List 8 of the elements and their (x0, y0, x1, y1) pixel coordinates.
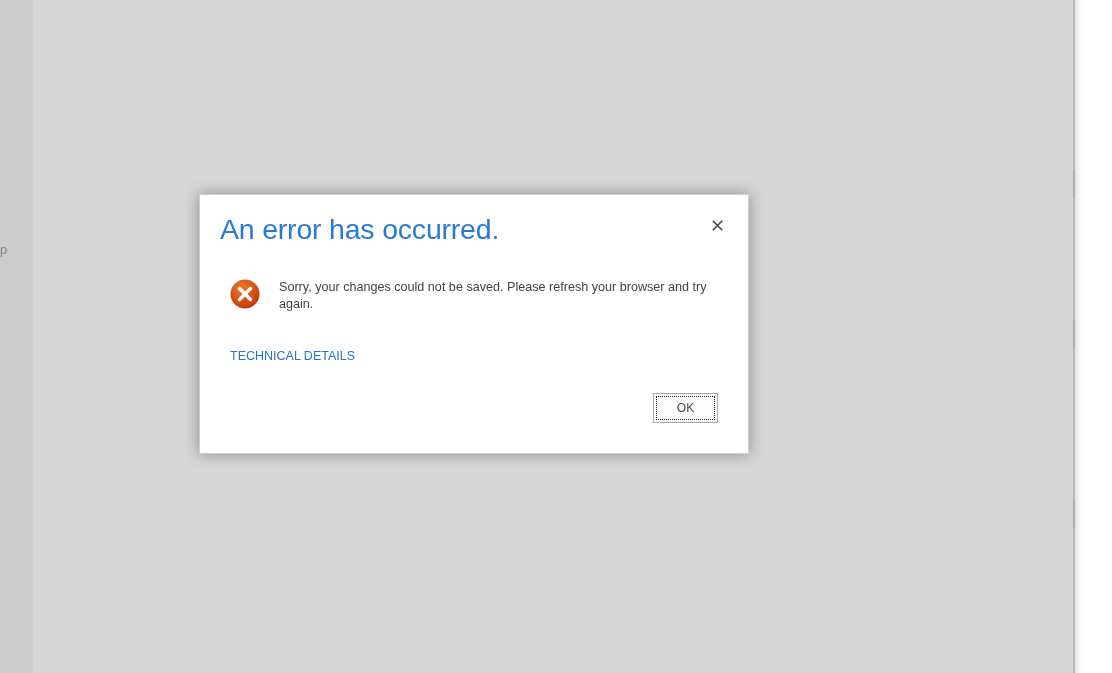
close-icon (712, 220, 723, 231)
ok-button[interactable]: OK (653, 393, 718, 423)
error-message: Sorry, your changes could not be saved. Please refresh your browser and try again. (279, 279, 708, 313)
sidebar-text: p (0, 242, 8, 258)
error-icon (230, 279, 260, 309)
close-button[interactable] (712, 220, 723, 231)
technical-details-link[interactable]: TECHNICAL DETAILS (230, 349, 356, 363)
dialog-title: An error has occurred. (220, 212, 500, 247)
